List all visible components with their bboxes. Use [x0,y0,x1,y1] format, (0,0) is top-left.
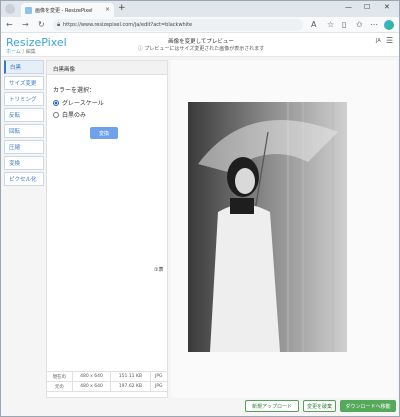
row-label: 元の [46,381,73,392]
main-content: 白黒 サイズ変更 トリミング 反転 回転 圧縮 変換 ピクセル化 白黒画像 カラ… [1,57,399,416]
preview-area [171,60,397,398]
row-format: JPG [149,371,169,382]
bw-only-radio[interactable] [53,111,59,118]
new-tab-button[interactable]: + [118,3,126,13]
sidebar-item-crop[interactable]: トリミング [4,92,44,106]
sidebar-item-pixelate[interactable]: ピクセル化 [4,172,44,186]
maximize-button[interactable]: ☐ [364,3,370,11]
favorite-star-icon[interactable]: ☆ [327,20,334,29]
grayscale-option[interactable]: グレースケール [53,98,104,107]
row-dims: 480 x 640 [71,371,112,382]
back-icon[interactable]: ← [6,20,13,29]
hamburger-menu-icon[interactable]: ☰ [386,36,393,45]
read-aloud-icon[interactable]: A [311,20,316,29]
row-format: JPG [149,381,169,392]
page-title: 画像を変更してプレビュー [168,39,234,45]
url-text: https://www.resizepixel.com/ja/edit?act=… [63,22,193,28]
favorites-icon[interactable]: ✩ [356,20,363,29]
breadcrumb-current: 編集 [25,49,36,55]
zoom-toggle[interactable]: ①表 [154,266,163,273]
sidebar-item-convert[interactable]: 変換 [4,156,44,170]
sidebar-item-rotate[interactable]: 回転 [4,124,44,138]
reset-button[interactable]: 変更を破棄 [303,400,336,412]
browser-tab[interactable]: 画像を変更 - ResizePixel × [21,3,114,17]
preview-image [188,102,347,352]
grayscale-label: グレースケール [62,100,104,107]
sidebar-item-compress[interactable]: 圧縮 [4,140,44,154]
row-dims: 480 x 640 [71,381,112,392]
row-size: 197.62 KB [110,381,151,392]
language-selector[interactable]: JA [376,38,381,44]
sidebar-item-label: 回転 [9,129,21,135]
url-field[interactable]: 🔒︎ https://www.resizepixel.com/ja/edit?a… [53,19,303,31]
tools-sidebar: 白黒 サイズ変更 トリミング 反転 回転 圧縮 変換 ピクセル化 [4,60,44,188]
minimize-button[interactable]: — [345,3,352,11]
lock-icon: 🔒︎ [57,21,61,28]
color-select-label: カラーを選択： [53,87,96,94]
copilot-icon[interactable] [384,20,394,30]
breadcrumb: ホーム / 編集 [6,48,36,55]
table-row: 現在の 480 x 640 151.11 KB JPG [46,371,169,382]
row-label: 現在の [46,371,73,382]
table-row: 元の 480 x 640 197.62 KB JPG [46,381,169,392]
tab-bar: 画像を変更 - ResizePixel × + — ☐ ✕ [1,1,399,17]
action-bar: 新規アップロード 変更を破棄 ダウンロードへ移動 [1,398,399,416]
sidebar-item-label: サイズ変更 [9,81,37,87]
sidebar-item-label: ピクセル化 [9,177,37,183]
address-bar: ← → ↻ 🔒︎ https://www.resizepixel.com/ja/… [1,17,399,33]
sidebar-item-resize[interactable]: サイズ変更 [4,76,44,90]
image-size-table: 現在の 480 x 640 151.11 KB JPG 元の 480 x 640… [46,371,169,392]
more-options-icon[interactable]: ⋯ [370,20,378,29]
row-size: 151.11 KB [110,371,151,382]
browser-window: 画像を変更 - ResizePixel × + — ☐ ✕ ← → ↻ 🔒︎ h… [0,0,400,417]
tab-close-icon[interactable]: × [105,6,110,13]
profile-icon[interactable] [5,4,15,14]
refresh-icon[interactable]: ↻ [38,20,45,29]
bw-only-option[interactable]: 白黒のみ [53,110,86,119]
bw-only-label: 白黒のみ [62,112,87,119]
sidebar-item-label: 反転 [9,113,21,119]
convert-button[interactable]: 変換 [90,127,118,139]
split-screen-icon[interactable]: ▯ [342,20,346,29]
grayscale-radio[interactable] [53,99,59,106]
sidebar-item-flip[interactable]: 反転 [4,108,44,122]
sidebar-item-label: 変換 [9,161,21,167]
sidebar-item-blackwhite[interactable]: 白黒 [4,60,44,74]
sidebar-item-label: 白黒 [10,65,22,71]
breadcrumb-home-link[interactable]: ホーム [6,49,21,55]
tab-title: 画像を変更 - ResizePixel [35,7,93,14]
sidebar-item-label: 圧縮 [9,145,21,151]
close-window-button[interactable]: ✕ [384,3,390,11]
download-button[interactable]: ダウンロードへ移動 [340,400,396,412]
favicon-icon [25,6,32,14]
forward-icon[interactable]: → [22,20,29,29]
panel-heading: 白黒画像 [47,61,167,75]
options-panel: 白黒画像 カラーを選択： グレースケール 白黒のみ 変換 ①表 [46,60,168,398]
sidebar-item-label: トリミング [9,97,37,103]
app-header: ResizePixel ホーム / 編集 画像を変更してプレビュー ⓘ プレビュ… [1,33,399,57]
new-upload-button[interactable]: 新規アップロード [245,400,299,412]
page-subtitle: ⓘ プレビューにはサイズ変更された画像が表示されます [137,46,265,52]
